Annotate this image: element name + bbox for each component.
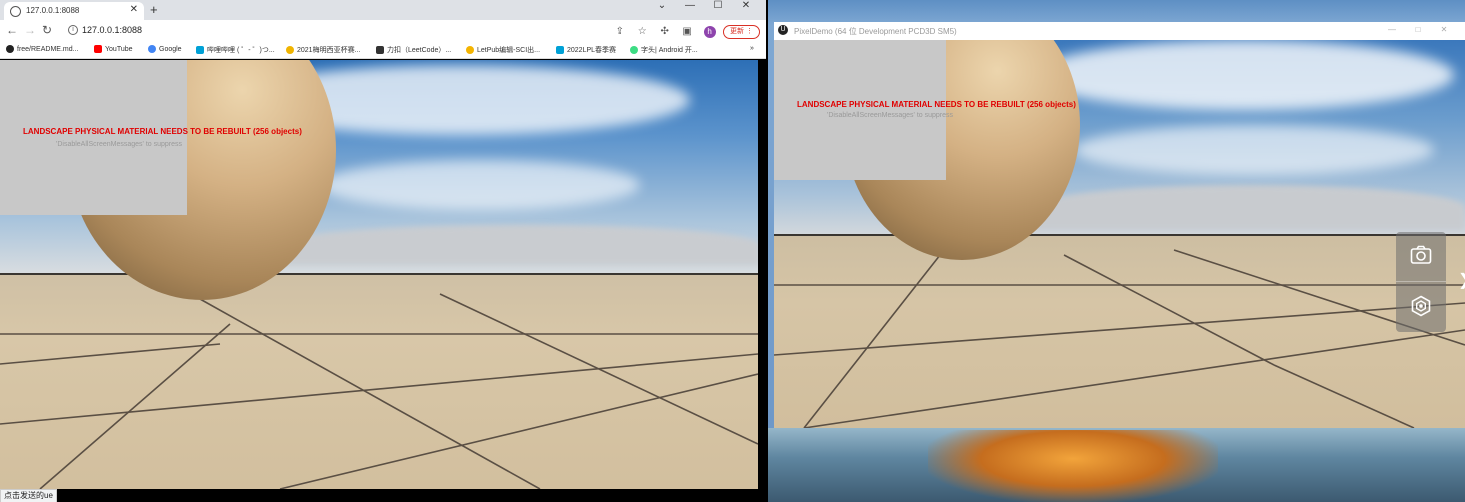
demo-window-title: PixelDemo (64 位 Development PCD3D SM5)	[794, 27, 957, 36]
forward-button[interactable]: →	[24, 23, 36, 37]
side-panel-icon[interactable]: ▣	[678, 26, 696, 37]
new-tab-button[interactable]: +	[150, 2, 158, 17]
tab-search-icon[interactable]: ⌄	[648, 0, 676, 11]
chevron-right-icon[interactable]: ❯	[1458, 270, 1465, 294]
hexagon-settings-icon	[1411, 295, 1431, 317]
bilibili-icon	[196, 46, 204, 55]
update-button[interactable]: 更新 ⋮	[723, 24, 760, 39]
close-window-button[interactable]: ✕	[732, 0, 760, 11]
mountains	[280, 225, 758, 265]
status-bar: 点击发送的ue	[0, 489, 57, 502]
minimize-button[interactable]: —	[676, 0, 704, 11]
cloud	[1034, 40, 1454, 110]
extensions-icon[interactable]: ✣	[656, 26, 674, 37]
demo-viewport[interactable]: LANDSCAPE PHYSICAL MATERIAL NEEDS TO BE …	[774, 40, 1465, 428]
demo-close-button[interactable]: ✕	[1431, 25, 1457, 34]
github-icon	[6, 45, 14, 53]
landscape-warning-text: LANDSCAPE PHYSICAL MATERIAL NEEDS TO BE …	[23, 127, 302, 136]
reload-button[interactable]: ↻	[42, 23, 52, 37]
desktop-background: U PixelDemo (64 位 Development PCD3D SM5)…	[768, 0, 1465, 502]
bookmark-item[interactable]: Google	[148, 45, 182, 53]
tab-title: 127.0.0.1:8088	[26, 6, 80, 15]
bookmark-item[interactable]: 字头| Android 开...	[630, 45, 698, 55]
bookmark-star-icon[interactable]: ☆	[633, 26, 651, 37]
emoji-icon	[286, 46, 294, 55]
gray-overlay	[774, 40, 946, 180]
more-bookmarks-icon[interactable]: »	[750, 45, 754, 52]
window-controls: ⌄ — ☐ ✕	[648, 0, 760, 11]
floor-tile-lines	[774, 249, 1465, 428]
globe-icon	[10, 6, 21, 17]
bookmark-item[interactable]: free/README.md...	[6, 45, 78, 53]
tab-strip: 127.0.0.1:8088 ✕ + ⌄ — ☐ ✕	[0, 0, 766, 20]
suppress-hint-text: 'DisableAllScreenMessages' to suppress	[827, 112, 954, 119]
share-icon[interactable]: ⇪	[611, 26, 629, 37]
floor-tile-lines	[0, 293, 758, 489]
google-icon	[148, 45, 156, 53]
bookmark-item[interactable]: 2021梅明西亚杯赛...	[286, 45, 360, 55]
android-icon	[630, 46, 638, 55]
unreal-logo-icon: U	[778, 25, 788, 35]
browser-window: 127.0.0.1:8088 ✕ + ⌄ — ☐ ✕ ← → ↻ i 127.0.0.…	[0, 0, 766, 502]
stream-viewport[interactable]: LANDSCAPE PHYSICAL MATERIAL NEEDS TO BE …	[0, 60, 758, 489]
screenshot-button[interactable]	[1396, 232, 1446, 280]
close-tab-icon[interactable]: ✕	[130, 4, 138, 15]
address-bar[interactable]: i 127.0.0.1:8088	[64, 22, 624, 39]
cloud	[320, 160, 640, 210]
landscape-warning-text: LANDSCAPE PHYSICAL MATERIAL NEEDS TO BE …	[797, 100, 1076, 109]
fire-reflection	[928, 430, 1218, 502]
bookmark-item[interactable]: YouTube	[94, 45, 133, 53]
settings-button[interactable]	[1396, 282, 1446, 330]
leetcode-icon	[376, 46, 384, 55]
demo-maximize-button[interactable]: □	[1405, 25, 1431, 34]
info-icon[interactable]: i	[68, 25, 78, 35]
control-panel	[1396, 232, 1446, 332]
bilibili-icon	[556, 46, 564, 55]
update-label: 更新	[730, 27, 745, 35]
gray-overlay	[0, 60, 187, 215]
suppress-hint-text: 'DisableAllScreenMessages' to suppress	[56, 141, 183, 148]
bookmark-item[interactable]: 2022LPL春季赛	[556, 45, 616, 55]
browser-toolbar: ← → ↻ i 127.0.0.1:8088 ⇪ ☆ ✣ ▣ h 更新 ⋮	[0, 20, 766, 42]
bookmark-item[interactable]: 力扣（LeetCode）...	[376, 45, 451, 55]
demo-titlebar[interactable]: U PixelDemo (64 位 Development PCD3D SM5)…	[774, 22, 1465, 40]
bookmark-item[interactable]: LetPub编辑-SCI出...	[466, 45, 540, 55]
back-button[interactable]: ←	[6, 23, 18, 37]
browser-tab[interactable]: 127.0.0.1:8088 ✕	[4, 2, 144, 20]
letpub-icon	[466, 46, 474, 55]
camera-icon	[1410, 245, 1432, 264]
youtube-icon	[94, 45, 102, 53]
profile-avatar[interactable]: h	[703, 25, 716, 38]
bookmark-item[interactable]: 哔哩哔哩 ( ゜- ゜)つ...	[196, 45, 275, 55]
demo-minimize-button[interactable]: —	[1379, 25, 1405, 34]
maximize-button[interactable]: ☐	[704, 0, 732, 11]
cloud	[1074, 125, 1434, 175]
address-text: 127.0.0.1:8088	[82, 25, 143, 35]
mountains	[1034, 185, 1465, 230]
bookmarks-bar: free/README.md... YouTube Google 哔哩哔哩 ( …	[0, 42, 766, 59]
